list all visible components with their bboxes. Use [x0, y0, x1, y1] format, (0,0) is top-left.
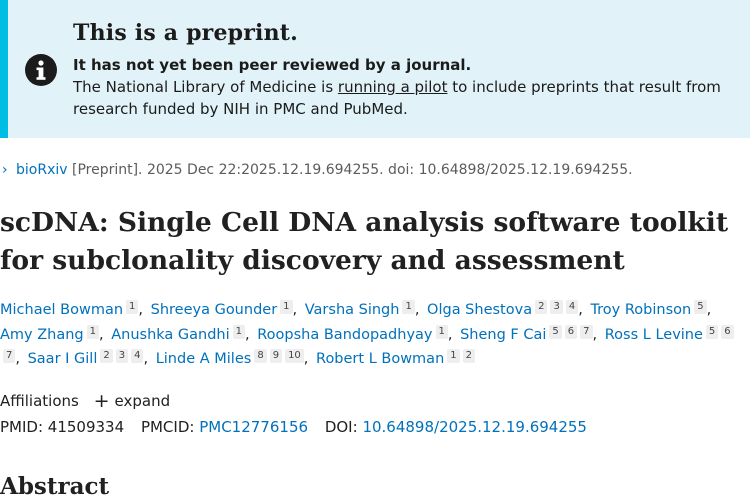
affiliation-number[interactable]: 1: [86, 324, 100, 339]
banner-body: The National Library of Medicine is runn…: [73, 76, 743, 120]
author-list: Michael Bowman 1, Shreeya Gounder 1, Varsh…: [0, 298, 748, 372]
citation-line: › bioRxiv [Preprint]. 2025 Dec 22:2025.12…: [2, 162, 633, 178]
affiliation-number[interactable]: 4: [565, 300, 579, 314]
author-link[interactable]: Robert L Bowman: [316, 351, 444, 367]
affiliation-number[interactable]: 5: [549, 324, 562, 339]
author-item: Sheng F Cai 5 6 7: [460, 324, 593, 343]
citation-details: [Preprint]. 2025 Dec 22:2025.12.19.69425…: [67, 162, 633, 178]
affiliation-number[interactable]: 1: [126, 300, 139, 314]
author-link[interactable]: Sheng F Cai: [460, 327, 546, 343]
affiliation-number[interactable]: 10: [285, 349, 304, 363]
banner-title: This is a preprint.: [73, 20, 299, 46]
doi-label: DOI:: [324, 418, 358, 436]
banner-subtitle: It has not yet been peer reviewed by a j…: [73, 56, 472, 74]
affiliation-number[interactable]: 1: [447, 349, 460, 363]
author-link[interactable]: Saar I Gill: [28, 351, 98, 367]
author-item: Anushka Gandhi 1: [111, 324, 246, 343]
author-separator: ,: [578, 302, 583, 318]
affiliation-number[interactable]: 1: [232, 324, 246, 339]
author-item: Robert L Bowman 1 2: [316, 349, 476, 367]
author-item: Saar I Gill 2 3 4: [28, 349, 144, 367]
author-item: Olga Shestova 2 3 4: [427, 300, 579, 318]
author-separator: ,: [245, 326, 250, 343]
affiliation-number[interactable]: 2: [100, 349, 113, 363]
plus-icon: +: [93, 390, 110, 412]
journal-link[interactable]: bioRxiv: [16, 162, 68, 178]
pmcid-label: PMCID:: [140, 418, 195, 436]
expand-affiliations-button[interactable]: + expand: [93, 390, 171, 412]
affiliation-number[interactable]: 7: [3, 349, 16, 363]
author-link[interactable]: Shreeya Gounder: [151, 302, 278, 318]
author-link[interactable]: Troy Robinson: [590, 302, 691, 318]
affiliation-number[interactable]: 4: [131, 349, 144, 363]
affiliation-number[interactable]: 5: [694, 300, 707, 314]
affiliation-number[interactable]: 3: [115, 349, 129, 363]
affiliation-number[interactable]: 8: [254, 349, 267, 363]
expand-label: expand: [114, 392, 171, 410]
author-separator: ,: [303, 351, 309, 367]
author-link[interactable]: Linde A Miles: [156, 351, 252, 367]
affiliation-number[interactable]: 3: [550, 300, 563, 314]
author-item: Amy Zhang 1: [0, 324, 100, 343]
affiliation-number[interactable]: 7: [580, 324, 593, 339]
author-link[interactable]: Michael Bowman: [0, 302, 123, 318]
author-item: Roopsha Bandopadhyay 1: [257, 324, 448, 343]
affiliation-number[interactable]: 1: [402, 300, 415, 314]
author-link[interactable]: Amy Zhang: [0, 327, 84, 343]
author-separator: ,: [447, 326, 453, 343]
abstract-heading: Abstract: [0, 473, 110, 500]
info-icon: [25, 54, 57, 86]
author-separator: ,: [143, 351, 149, 367]
pmid-label: PMID:: [0, 418, 44, 436]
author-link[interactable]: Roopsha Bandopadhyay: [257, 327, 432, 343]
author-separator: ,: [706, 302, 712, 318]
article-identifiers: PMID: 41509334 PMCID: PMC12776156 DOI: 1…: [0, 418, 587, 436]
banner-accent-bar: [0, 0, 8, 138]
author-separator: ,: [99, 326, 104, 343]
affiliation-number[interactable]: 5: [705, 324, 719, 339]
chevron-right-icon: ›: [2, 162, 8, 178]
affiliation-number[interactable]: 6: [564, 324, 578, 339]
author-separator: ,: [592, 326, 598, 343]
pmid-value: 41509334: [47, 418, 125, 436]
banner-body-text: The National Library of Medicine is: [73, 78, 338, 96]
affiliation-number[interactable]: 2: [535, 300, 548, 314]
affiliation-number[interactable]: 1: [435, 324, 448, 339]
author-item: Linde A Miles 8 9 10: [156, 349, 304, 367]
author-link[interactable]: Varsha Singh: [305, 302, 400, 318]
author-separator: ,: [138, 302, 144, 318]
affiliation-number[interactable]: 6: [721, 324, 734, 339]
author-item: Troy Robinson 5: [590, 300, 707, 318]
running-a-pilot-link[interactable]: running a pilot: [338, 78, 448, 96]
pmcid-link[interactable]: PMC12776156: [199, 418, 308, 436]
author-separator: ,: [414, 302, 420, 318]
affiliations-row: Affiliations + expand: [0, 390, 170, 412]
author-link[interactable]: Ross L Levine: [605, 327, 703, 343]
doi-link[interactable]: 10.64898/2025.12.19.694255: [362, 418, 587, 436]
author-link[interactable]: Anushka Gandhi: [111, 327, 229, 343]
affiliation-number[interactable]: 9: [269, 349, 283, 363]
author-item: Michael Bowman 1: [0, 300, 139, 318]
author-separator: ,: [292, 302, 298, 318]
affiliation-number[interactable]: 1: [280, 300, 293, 314]
author-link[interactable]: Olga Shestova: [427, 302, 532, 318]
author-separator: ,: [15, 351, 20, 367]
author-item: Shreeya Gounder 1: [151, 300, 293, 318]
page-title: scDNA: Single Cell DNA analysis software…: [0, 207, 729, 276]
preprint-banner: This is a preprint. It has not yet been …: [0, 0, 750, 138]
author-item: Varsha Singh 1: [305, 300, 415, 318]
affiliation-number[interactable]: 2: [462, 349, 476, 363]
affiliations-label: Affiliations: [0, 392, 79, 410]
